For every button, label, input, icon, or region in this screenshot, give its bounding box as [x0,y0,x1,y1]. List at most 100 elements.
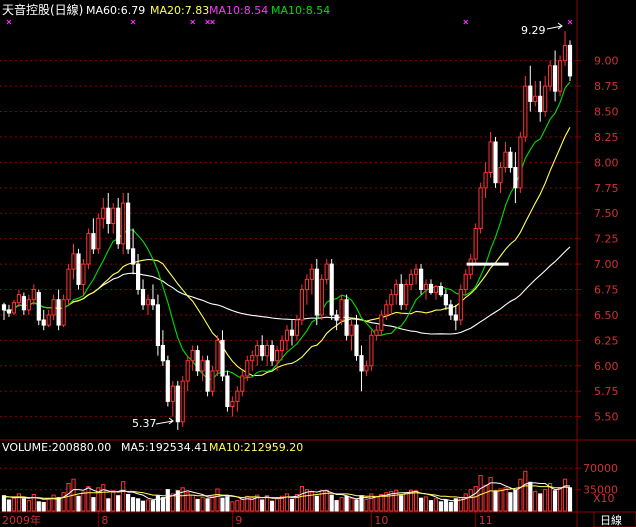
high-price-annotation: 9.29 [521,24,546,37]
ma60-label: MA60:6.79 [86,4,145,17]
volume-bar-up [562,478,568,512]
candle-down [195,350,200,372]
candle-up [180,380,185,423]
volume-bar-up [81,491,86,512]
volume-bar-down [354,499,359,512]
volume-label: VOLUME:200880.00 [2,441,111,454]
candle-up [200,360,205,372]
volume-bar-down [270,500,275,512]
volume-bar-up [463,493,468,512]
candle-up [349,324,354,336]
volume-bar-up [26,500,31,512]
candle-up [394,283,399,296]
candle-down [21,296,26,311]
candle-up [324,263,329,280]
volume-bar-down [443,499,448,512]
candle-down [106,207,111,224]
candle-up [250,355,255,362]
candle-up [121,202,126,245]
volume-bar-up [433,498,438,512]
price-tick-label: 6.75 [594,284,619,297]
price-tick-label: 7.25 [594,233,619,246]
candle-up [31,289,36,301]
candle-up [404,283,409,306]
candle-down [91,233,96,250]
candle-up [473,228,478,260]
volume-bar-up [210,495,215,512]
volume-bar-up [518,478,523,512]
low-arrow [155,417,174,425]
candle-down [508,151,513,168]
candle-up [463,273,468,291]
candle-down [155,304,161,346]
period-tab-label[interactable]: 日線 [600,513,622,527]
volume-bar-down [334,500,339,512]
candle-up [101,207,106,219]
volume-bar-up [543,489,548,512]
volume-bar-up [101,484,106,512]
price-tick-label: 7.75 [594,182,619,195]
volume-bar-down [76,495,81,512]
volume-bar-down [150,500,156,512]
candle-up [240,375,245,392]
volume-bar-up [275,498,280,512]
candle-up [71,253,76,270]
candle-down [359,355,364,372]
date-axis: 2009年 8 9 10 11 [2,512,493,527]
volume-bar-up [558,487,563,512]
volume-bar-down [508,492,513,512]
volume-bar-down [289,498,295,512]
volume-bar-up [200,497,205,512]
candle-up [374,329,379,336]
volume-bar-up [111,490,116,512]
volume-bar-down [538,493,543,512]
candle-up [478,187,483,230]
volume-bar-up [473,486,478,512]
volume-bar-up [523,470,528,512]
candle-up [284,329,290,341]
volume-bar-up [483,484,488,512]
candle-up [190,350,195,362]
candle-up [16,294,21,304]
stock-chart: 5.50 5.75 6.00 6.25 6.50 6.75 7.00 7.25 7.50 7.75… [0,0,636,527]
price-tick-label: 8.25 [594,131,619,144]
volume-bar-down [160,497,166,512]
candle-up [533,95,538,102]
volume-bar-down [140,500,146,512]
volume-bar-down [106,498,111,512]
volume-bar-up [374,495,379,512]
volume-bar-down [1,495,7,512]
volume-bar-up [235,500,240,512]
volume-ma5-label: MA5:192534.41 [121,441,208,454]
volume-bar-up [414,490,419,512]
candle-down [443,294,448,306]
candle-up [279,339,285,352]
event-marker [463,19,469,25]
event-marker [205,19,210,25]
price-tick-label: 8.00 [594,156,619,169]
candle-down [419,268,424,291]
candle-down [334,314,339,321]
candle-up [230,400,235,407]
volume-bar-down [195,498,200,512]
candle-up [86,233,91,265]
candle-down [448,304,453,316]
date-label: 10 [374,514,388,527]
volume-bar-down [155,495,161,512]
candle-up [210,370,215,392]
volume-bar-down [116,495,121,512]
volume-bar-up [51,494,56,512]
candle-down [344,299,349,336]
volume-bar-up [498,488,503,512]
volume-bar-up [121,481,126,512]
volume-bar-down [493,490,498,512]
candle-down [41,319,46,326]
volume-bar-up [404,492,409,512]
price-tick-label: 5.50 [594,411,619,424]
candle-up [319,278,324,316]
volume-bar-up [61,492,66,512]
candle-up [61,299,66,326]
volume-bar-up [533,490,538,512]
volume-bar-up [379,494,384,512]
volume-bar-down [41,501,46,512]
